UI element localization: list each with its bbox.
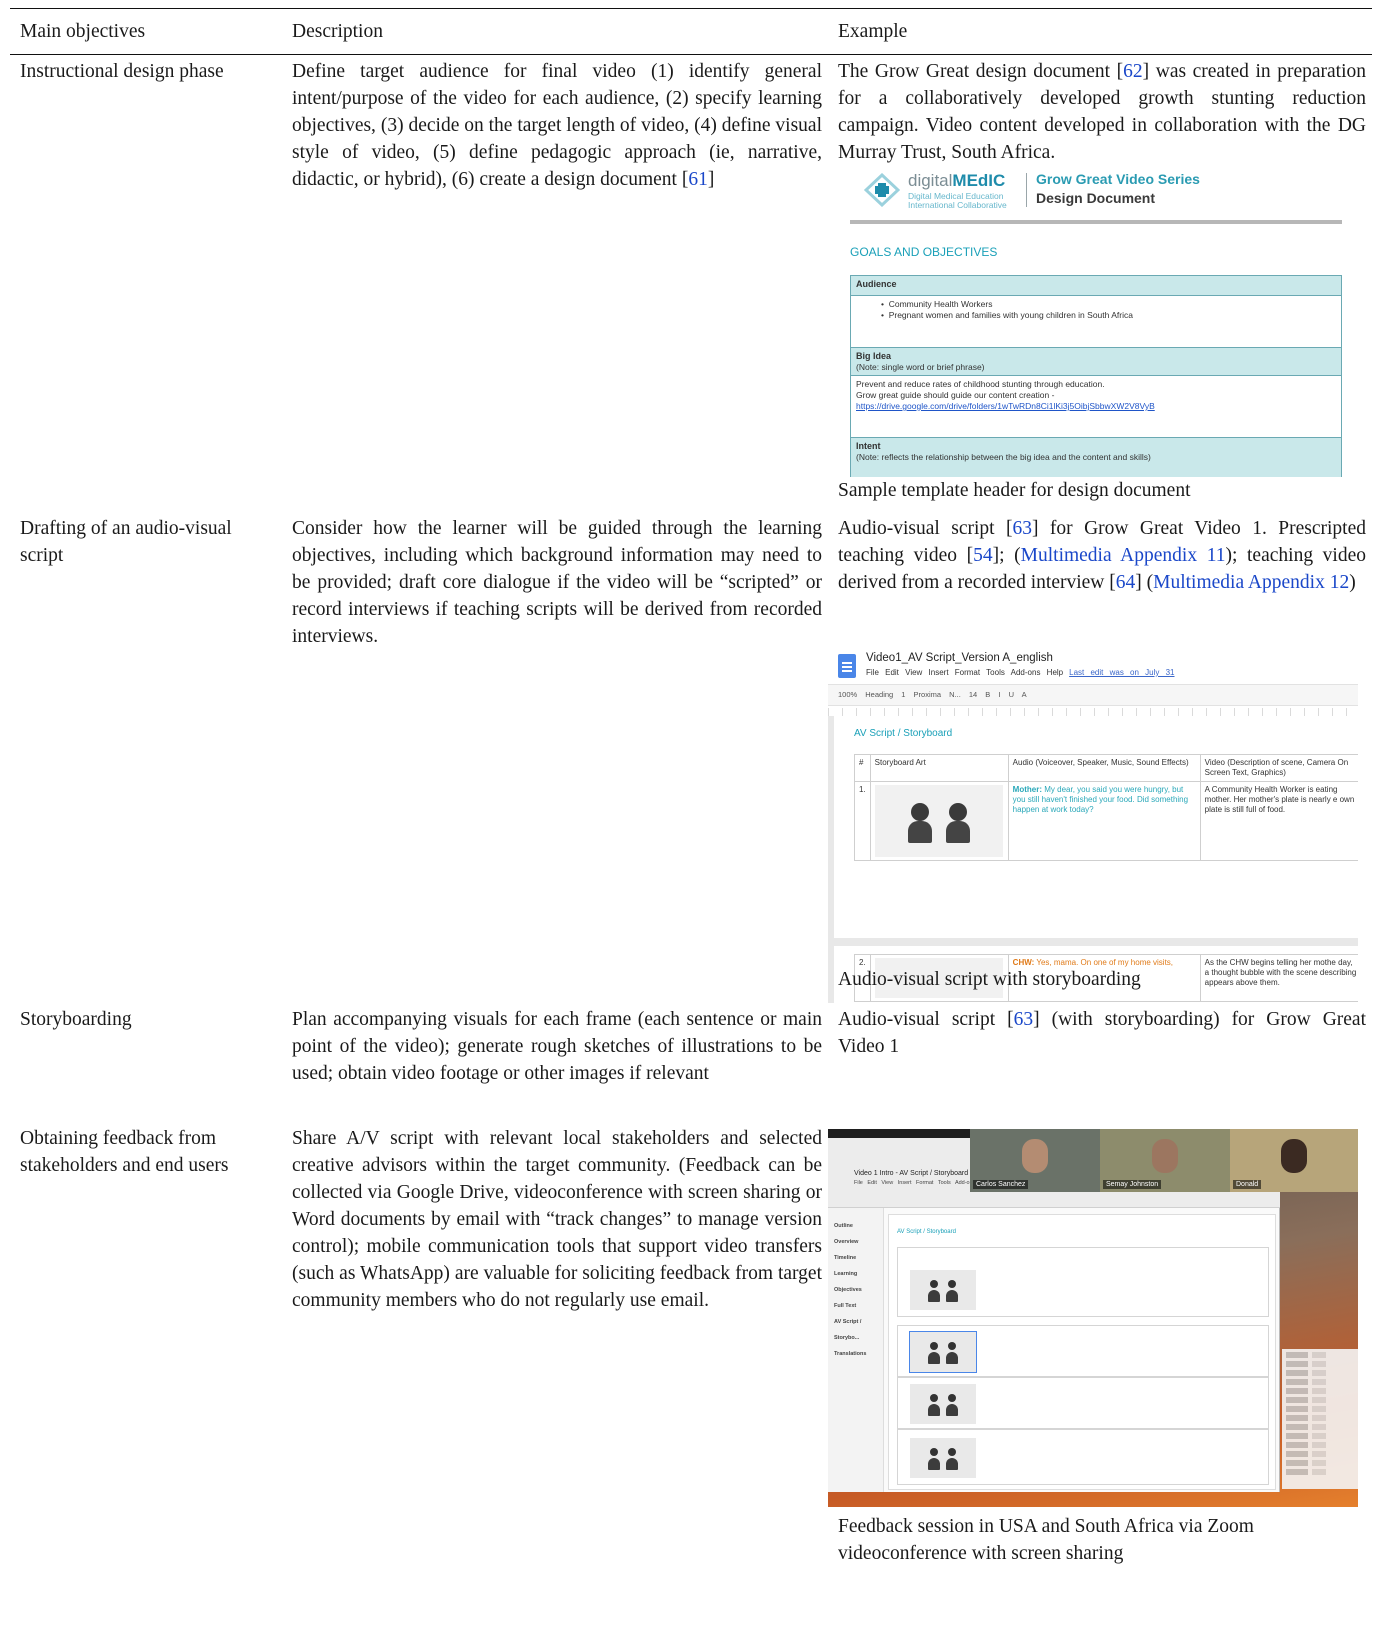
goals-heading: GOALS AND OBJECTIVES (850, 245, 998, 259)
multimedia-appendix-12-link[interactable]: Multimedia Appendix 12 (1153, 572, 1349, 593)
header-example: Example (838, 21, 908, 42)
doc-title: Design Document (1036, 190, 1156, 206)
brand-subtitle: Digital Medical Education International C… (908, 191, 1007, 210)
multimedia-appendix-11-link[interactable]: Multimedia Appendix 11 (1021, 545, 1226, 566)
zoom-table-row (897, 1429, 1269, 1485)
av-heading: AV Script / Storyboard (854, 728, 953, 739)
storyboard-sketch (874, 785, 1003, 857)
big-idea-content: Prevent and reduce rates of childhood st… (851, 376, 1341, 438)
finder-file-list (1282, 1349, 1358, 1489)
doc-outline-panel: Outline Overview Timeline Learning Objec… (828, 1208, 884, 1492)
brand-name: digitalMEdIC (908, 171, 1006, 190)
gdoc-page-area: AV Script / Storyboard # Storyboard Art … (828, 716, 1358, 1003)
ref-link-64[interactable]: 64 (1116, 572, 1136, 593)
ref-link-63[interactable]: 63 (1013, 518, 1033, 539)
zoom-table-row (897, 1377, 1269, 1429)
shared-doc: AV Script / Storyboard (888, 1214, 1276, 1490)
intent-header: Intent (Note: reflects the relationship b… (851, 438, 1341, 477)
video-tile: Carlos Sanchez (970, 1129, 1100, 1192)
gdoc-menu: File Edit View Insert Format Tools Add-o… (866, 668, 1175, 677)
design-document-image: digitalMEdIC Digital Medical Education In… (828, 165, 1358, 477)
video-tile: Semay Johnston (1100, 1129, 1230, 1192)
google-docs-icon (838, 654, 856, 678)
row3-objective: Storyboarding (20, 1009, 132, 1030)
header-divider (850, 220, 1342, 224)
goals-table: Audience • Community Health Workers • Pr… (850, 275, 1342, 477)
gdoc-ruler (828, 708, 1358, 716)
table-header-rule (10, 54, 1372, 55)
series-title: Grow Great Video Series (1036, 171, 1200, 187)
row3-example: Audio-visual script [63] (with storyboar… (838, 1009, 1366, 1057)
gdoc-toolbar: 100% Heading 1 Proxima N... 14 B I U A (828, 684, 1358, 706)
audience-header: Audience (851, 276, 1341, 296)
row1-objective: Instructional design phase (20, 61, 224, 82)
row2-example: Audio-visual script [63] for Grow Great … (838, 518, 1367, 593)
ref-link-62[interactable]: 62 (1123, 61, 1143, 82)
ref-link-63b[interactable]: 63 (1014, 1009, 1034, 1030)
row2-objective: Drafting of an audio-visual script (20, 518, 232, 566)
header-main-objectives: Main objectives (20, 21, 146, 42)
row2-description: Consider how the learner will be guided … (292, 518, 822, 647)
row1-example: The Grow Great design document [62] was … (838, 61, 1366, 163)
row4-objective: Obtaining feedback from stakeholders and… (20, 1128, 229, 1176)
table-top-rule (10, 8, 1372, 9)
zoom-doc-menu: File Edit View Insert Format Tools Add-o… (854, 1180, 976, 1186)
digitalmedic-logo-icon (864, 173, 900, 207)
big-idea-header: Big Idea (Note: single word or brief phra… (851, 348, 1341, 376)
video-tile: Donald (1230, 1129, 1358, 1192)
gdoc-title: Video1_AV Script_Version A_english (866, 652, 1053, 664)
ref-link-61[interactable]: 61 (688, 169, 708, 190)
zoom-session-image: Video 1 Intro - AV Script / Storyboard F… (828, 1129, 1358, 1507)
row4-description: Share A/V script with relevant local sta… (292, 1128, 822, 1311)
row3-description: Plan accompanying visuals for each frame… (292, 1009, 822, 1084)
av-script-image: Video1_AV Script_Version A_english File … (828, 650, 1358, 1003)
zoom-doc-title: Video 1 Intro - AV Script / Storyboard (854, 1170, 969, 1177)
caption-av-script: Audio-visual script with storyboarding (838, 969, 1141, 990)
av-table: # Storyboard Art Audio (Voiceover, Speak… (854, 754, 1358, 861)
brand-separator (1026, 173, 1027, 207)
ref-link-54[interactable]: 54 (973, 545, 993, 566)
audience-list: • Community Health Workers • Pregnant wo… (851, 296, 1341, 348)
zoom-table-row (897, 1325, 1269, 1377)
header-description: Description (292, 21, 383, 42)
caption-zoom-session: Feedback session in USA and South Africa… (838, 1516, 1254, 1564)
gdoc-sheet: AV Script / Storyboard # Storyboard Art … (834, 716, 1358, 938)
zoom-table-row (897, 1247, 1269, 1317)
row1-description: Define target audience for final video (… (292, 61, 822, 190)
caption-design-document: Sample template header for design docume… (838, 480, 1191, 501)
drive-link[interactable]: https://drive.google.com/drive/folders/1… (856, 401, 1336, 412)
